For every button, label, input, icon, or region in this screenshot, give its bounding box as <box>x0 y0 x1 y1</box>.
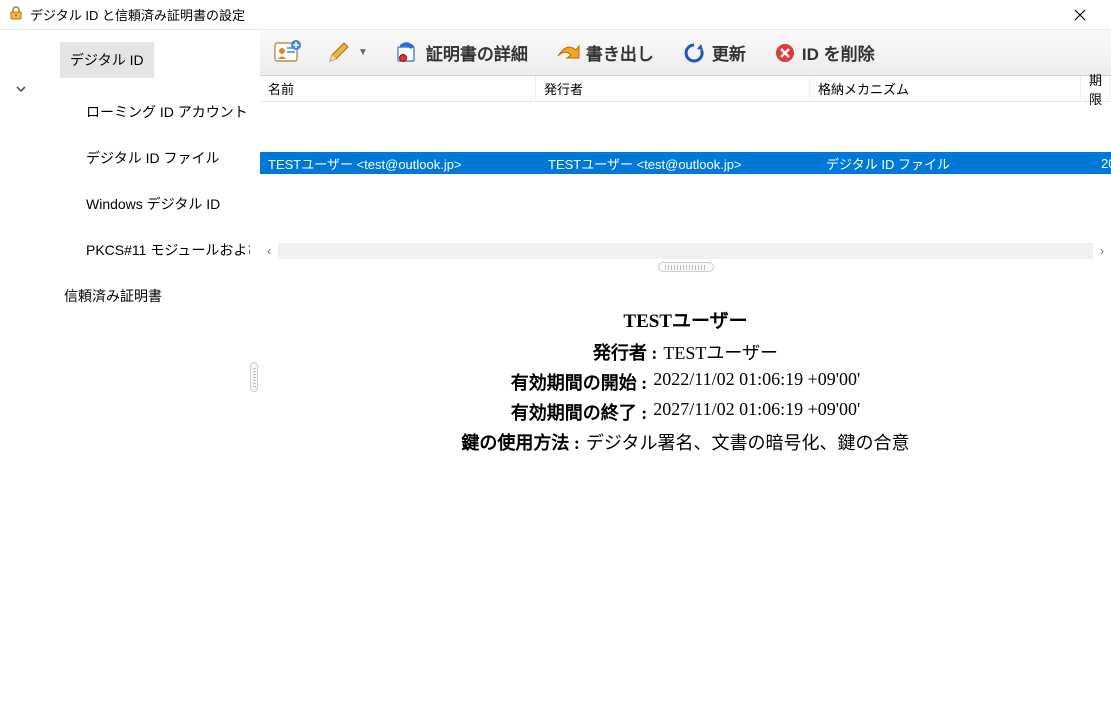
th-storage[interactable]: 格納メカニズム <box>810 76 1081 101</box>
detail-valid-from-label: 有効期間の開始 <box>511 369 648 395</box>
lock-icon <box>8 5 24 24</box>
detail-subject: TESTユーザー <box>280 306 1091 333</box>
th-expiry[interactable]: 期限 <box>1081 76 1111 101</box>
delete-id-button[interactable]: ID を削除 <box>764 36 885 69</box>
scroll-left-icon[interactable]: ‹ <box>260 242 278 260</box>
th-name[interactable]: 名前 <box>260 76 536 101</box>
body: デジタル ID ローミング ID アカウント デジタル ID ファイル Wind… <box>0 30 1111 724</box>
dropdown-caret-icon: ▼ <box>358 47 368 58</box>
scroll-right-icon[interactable]: › <box>1093 242 1111 260</box>
chevron-down-icon[interactable] <box>14 82 28 99</box>
table-body: TESTユーザー <test@outlook.jp> TESTユーザー <tes… <box>260 102 1111 242</box>
edit-button[interactable]: ▼ <box>318 37 376 69</box>
scroll-track[interactable] <box>278 243 1093 259</box>
cell-storage: デジタル ID ファイル <box>818 152 1093 175</box>
sidebar: デジタル ID ローミング ID アカウント デジタル ID ファイル Wind… <box>0 30 250 724</box>
detail-key-usage-value: デジタル署名、文書の暗号化、鍵の合意 <box>586 429 910 455</box>
certificate-details: TESTユーザー 発行者 TESTユーザー 有効期間の開始 2022/11/02… <box>260 274 1111 724</box>
th-issuer[interactable]: 発行者 <box>536 76 810 101</box>
vertical-splitter[interactable] <box>250 30 260 724</box>
detail-valid-to-value: 2027/11/02 01:06:19 +09'00' <box>653 399 860 425</box>
table-header: 名前 発行者 格納メカニズム 期限 <box>260 76 1111 102</box>
detail-valid-from-value: 2022/11/02 01:06:19 +09'00' <box>653 369 860 395</box>
horizontal-scrollbar[interactable]: ‹ › <box>260 242 1111 260</box>
sidebar-item-roaming[interactable]: ローミング ID アカウント <box>80 92 250 132</box>
sidebar-item-windows-id[interactable]: Windows デジタル ID <box>80 184 250 224</box>
export-button[interactable]: 書き出し <box>546 36 664 69</box>
detail-issuer-label: 発行者 <box>593 339 658 365</box>
sidebar-children: ローミング ID アカウント デジタル ID ファイル Windows デジタル… <box>80 92 250 270</box>
table-row[interactable]: TESTユーザー <test@outlook.jp> TESTユーザー <tes… <box>260 152 1111 174</box>
titlebar: デジタル ID と信頼済み証明書の設定 <box>0 0 1111 30</box>
id-table: 名前 発行者 格納メカニズム 期限 TESTユーザー <test@outlook… <box>260 76 1111 260</box>
cell-expiry: 2027/11/02 <box>1093 154 1111 173</box>
detail-key-usage-label: 鍵の使用方法 <box>461 429 580 455</box>
window-title: デジタル ID と信頼済み証明書の設定 <box>30 5 1057 24</box>
toolbar: ▼ 証明書の詳細 書き出し <box>260 30 1111 76</box>
detail-issuer-value: TESTユーザー <box>663 339 778 365</box>
splitter-grip-icon <box>250 362 258 392</box>
detail-valid-to-label: 有効期間の終了 <box>511 399 648 425</box>
horizontal-splitter[interactable] <box>260 260 1111 274</box>
splitter-grip-icon <box>658 262 714 272</box>
sidebar-item-trusted-certs[interactable]: 信頼済み証明書 <box>58 278 250 314</box>
sidebar-item-id-file[interactable]: デジタル ID ファイル <box>80 138 250 178</box>
export-label: 書き出し <box>586 40 654 65</box>
close-button[interactable] <box>1057 0 1103 30</box>
delete-id-label: ID を削除 <box>802 40 875 65</box>
refresh-button[interactable]: 更新 <box>672 36 756 69</box>
cell-issuer: TESTユーザー <test@outlook.jp> <box>540 152 818 175</box>
sidebar-item-digital-id[interactable]: デジタル ID <box>60 42 154 78</box>
certificate-detail-label: 証明書の詳細 <box>426 40 528 65</box>
main: ▼ 証明書の詳細 書き出し <box>260 30 1111 724</box>
refresh-label: 更新 <box>712 40 746 65</box>
certificate-detail-button[interactable]: 証明書の詳細 <box>384 36 538 69</box>
add-id-button[interactable] <box>266 36 310 70</box>
sidebar-item-pkcs11[interactable]: PKCS#11 モジュールおよびトークン <box>80 230 250 270</box>
cell-name: TESTユーザー <test@outlook.jp> <box>260 152 540 175</box>
